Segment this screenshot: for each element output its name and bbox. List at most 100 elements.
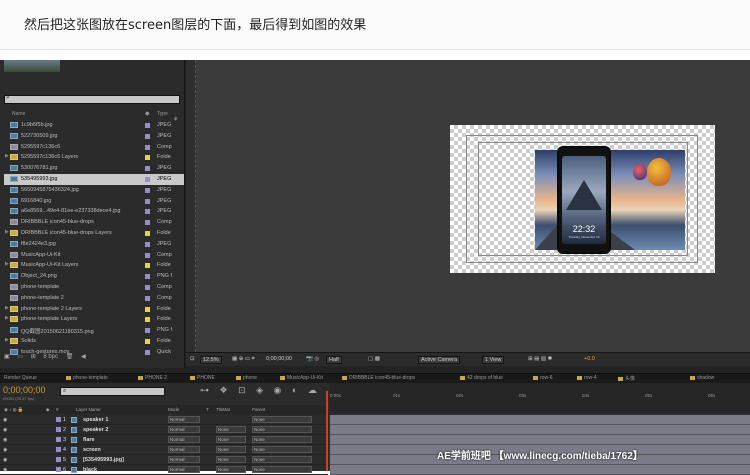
new-folder-icon[interactable]: ▭ xyxy=(17,354,23,360)
label-color-swatch[interactable] xyxy=(145,230,150,236)
project-item[interactable]: phone-template 2 Comp xyxy=(4,293,184,304)
layer-row[interactable]: ◉ 2 speaker 2 Normal None None xyxy=(0,425,328,435)
project-item[interactable]: f8e2424e3.jpg JPEG xyxy=(4,239,184,250)
visibility-eye-icon[interactable]: ◉ xyxy=(3,437,7,443)
region-of-interest-icon[interactable]: ▢ ▩ xyxy=(366,356,382,364)
tab-item[interactable]: phone-template xyxy=(66,375,108,383)
label-color-swatch[interactable] xyxy=(145,317,150,323)
trkmat-dropdown[interactable]: None xyxy=(216,456,246,463)
phone-mockup[interactable]: 22:32 Tuesday, November 19 xyxy=(557,146,611,254)
layer-track-bar[interactable] xyxy=(330,425,750,435)
visibility-eye-icon[interactable]: ◉ xyxy=(3,427,7,433)
project-item[interactable]: ▶ Solids Folde xyxy=(4,336,184,347)
project-item[interactable]: phone-template Comp xyxy=(4,282,184,293)
views-dropdown[interactable]: 1 View xyxy=(482,356,505,364)
column-mode[interactable]: Mode xyxy=(168,407,179,412)
trkmat-dropdown[interactable]: None xyxy=(216,446,246,453)
trkmat-dropdown[interactable]: None xyxy=(216,426,246,433)
project-item[interactable]: 1c9b6f5b.jpg JPEG xyxy=(4,120,184,131)
project-item[interactable]: 5295597c136c6 Comp xyxy=(4,142,184,153)
expand-arrow-icon[interactable]: ▶ xyxy=(5,337,9,343)
current-time-indicator[interactable] xyxy=(326,391,328,471)
trkmat-dropdown[interactable]: None xyxy=(216,466,246,473)
layer-track-bar[interactable] xyxy=(330,415,750,425)
label-color-swatch[interactable] xyxy=(145,209,150,215)
label-color-swatch[interactable] xyxy=(145,144,150,150)
project-item[interactable]: 522730509.jpg JPEG xyxy=(4,131,184,142)
safe-zones-icon[interactable]: ▦ ⊕ ▭ ⌗ xyxy=(230,356,257,364)
layer-label-swatch[interactable] xyxy=(56,457,61,462)
parent-dropdown[interactable]: None xyxy=(252,436,312,443)
camera-dropdown[interactable]: Active Camera xyxy=(418,356,461,364)
layer-label-swatch[interactable] xyxy=(56,417,61,422)
label-color-swatch[interactable] xyxy=(145,133,150,139)
layer-row[interactable]: ◉ 1 speaker 1 Normal None xyxy=(0,415,328,425)
expand-arrow-icon[interactable]: ▶ xyxy=(5,153,9,159)
parent-dropdown[interactable]: None xyxy=(252,426,312,433)
expand-arrow-icon[interactable]: ▶ xyxy=(5,229,9,235)
label-color-swatch[interactable] xyxy=(145,306,150,312)
tab-item[interactable]: phone xyxy=(236,375,257,383)
parent-dropdown[interactable]: None xyxy=(252,446,312,453)
project-item[interactable]: 5650945875436324.jpg JPEG xyxy=(4,185,184,196)
expand-arrow-icon[interactable]: ▶ xyxy=(5,315,9,321)
tab-item[interactable]: 42 drops of blue xyxy=(460,375,503,383)
timeline-search-input[interactable]: ⌕ xyxy=(60,387,165,396)
project-item[interactable]: DRIBBBLE icon45-blue-drops Comp xyxy=(4,217,184,228)
exposure-value[interactable]: +0.0 xyxy=(582,356,597,364)
parent-dropdown[interactable]: None xyxy=(252,466,312,473)
project-item[interactable]: ▶ phone-template Layers Folde xyxy=(4,314,184,325)
layer-row[interactable]: ◉ 3 flare Normal None None xyxy=(0,435,328,445)
column-t[interactable]: T xyxy=(206,407,209,412)
label-color-swatch[interactable] xyxy=(145,252,150,258)
project-item[interactable]: ▶ MusicApp-Ui-Kit Layers Folde xyxy=(4,260,184,271)
layer-row[interactable]: ◉ 4 screen Normal None None xyxy=(0,445,328,455)
label-color-swatch[interactable] xyxy=(145,176,150,182)
layer-name[interactable]: [535495993.jpg] xyxy=(83,457,124,463)
project-item[interactable]: ▶ phone-template 2 Layers Folde xyxy=(4,304,184,315)
label-color-swatch[interactable] xyxy=(145,241,150,247)
label-color-swatch[interactable] xyxy=(145,198,150,204)
column-name[interactable]: Name xyxy=(12,111,25,117)
tab-item[interactable]: Render Queue xyxy=(4,375,37,383)
visibility-eye-icon[interactable]: ◉ xyxy=(3,417,7,423)
tab-item[interactable]: 头像 xyxy=(618,375,635,383)
label-color-swatch[interactable] xyxy=(145,166,150,172)
column-trkmat[interactable]: TrkMat xyxy=(216,407,230,412)
snapshot-icon[interactable]: 📷 ◎ xyxy=(304,356,321,364)
trkmat-dropdown[interactable]: None xyxy=(216,436,246,443)
new-comp-icon[interactable]: ⊞ xyxy=(31,354,36,360)
label-color-swatch[interactable] xyxy=(145,295,150,301)
delete-icon[interactable]: 🗑 xyxy=(66,354,74,360)
tab-item[interactable]: PHONE xyxy=(190,375,215,383)
layer-label-swatch[interactable] xyxy=(56,437,61,442)
label-color-swatch[interactable] xyxy=(145,284,150,290)
tab-item[interactable]: shadow xyxy=(690,375,714,383)
layer-label-swatch[interactable] xyxy=(56,447,61,452)
parent-dropdown[interactable]: None xyxy=(252,456,312,463)
layer-name[interactable]: screen xyxy=(83,447,101,453)
layer-label-swatch[interactable] xyxy=(56,467,61,472)
tab-item[interactable]: row-6 xyxy=(533,375,553,383)
resolution-dropdown[interactable]: Half xyxy=(326,356,342,364)
visibility-eye-icon[interactable]: ◉ xyxy=(3,457,7,463)
composition-viewer[interactable]: 22:32 Tuesday, November 19 xyxy=(186,60,750,352)
layer-row[interactable]: ◉ 6 black Normal None None xyxy=(0,465,328,475)
bit-depth-button[interactable]: 8 bpc xyxy=(43,354,58,360)
project-item[interactable]: 530076781.jpg JPEG xyxy=(4,163,184,174)
layer-track-bar[interactable] xyxy=(330,465,750,475)
mode-dropdown[interactable]: Normal xyxy=(168,466,200,473)
mode-dropdown[interactable]: Normal xyxy=(168,456,200,463)
project-item[interactable]: 6916840.jpg JPEG xyxy=(4,196,184,207)
mode-dropdown[interactable]: Normal xyxy=(168,436,200,443)
project-search-input[interactable]: ⌕ xyxy=(4,94,180,104)
layer-name[interactable]: flare xyxy=(83,437,95,443)
column-layer-name[interactable]: Layer Name xyxy=(76,407,101,412)
layer-label-swatch[interactable] xyxy=(56,427,61,432)
layer-name[interactable]: black xyxy=(83,467,97,473)
mode-dropdown[interactable]: Normal xyxy=(168,446,200,453)
label-color-swatch[interactable] xyxy=(145,155,150,161)
tab-item[interactable]: MusicApp-Ui-Kit xyxy=(280,375,323,383)
mode-dropdown[interactable]: Normal xyxy=(168,416,200,423)
project-item[interactable]: ▶ DRIBBBLE icon45-blue-drops Layers Folde xyxy=(4,228,184,239)
